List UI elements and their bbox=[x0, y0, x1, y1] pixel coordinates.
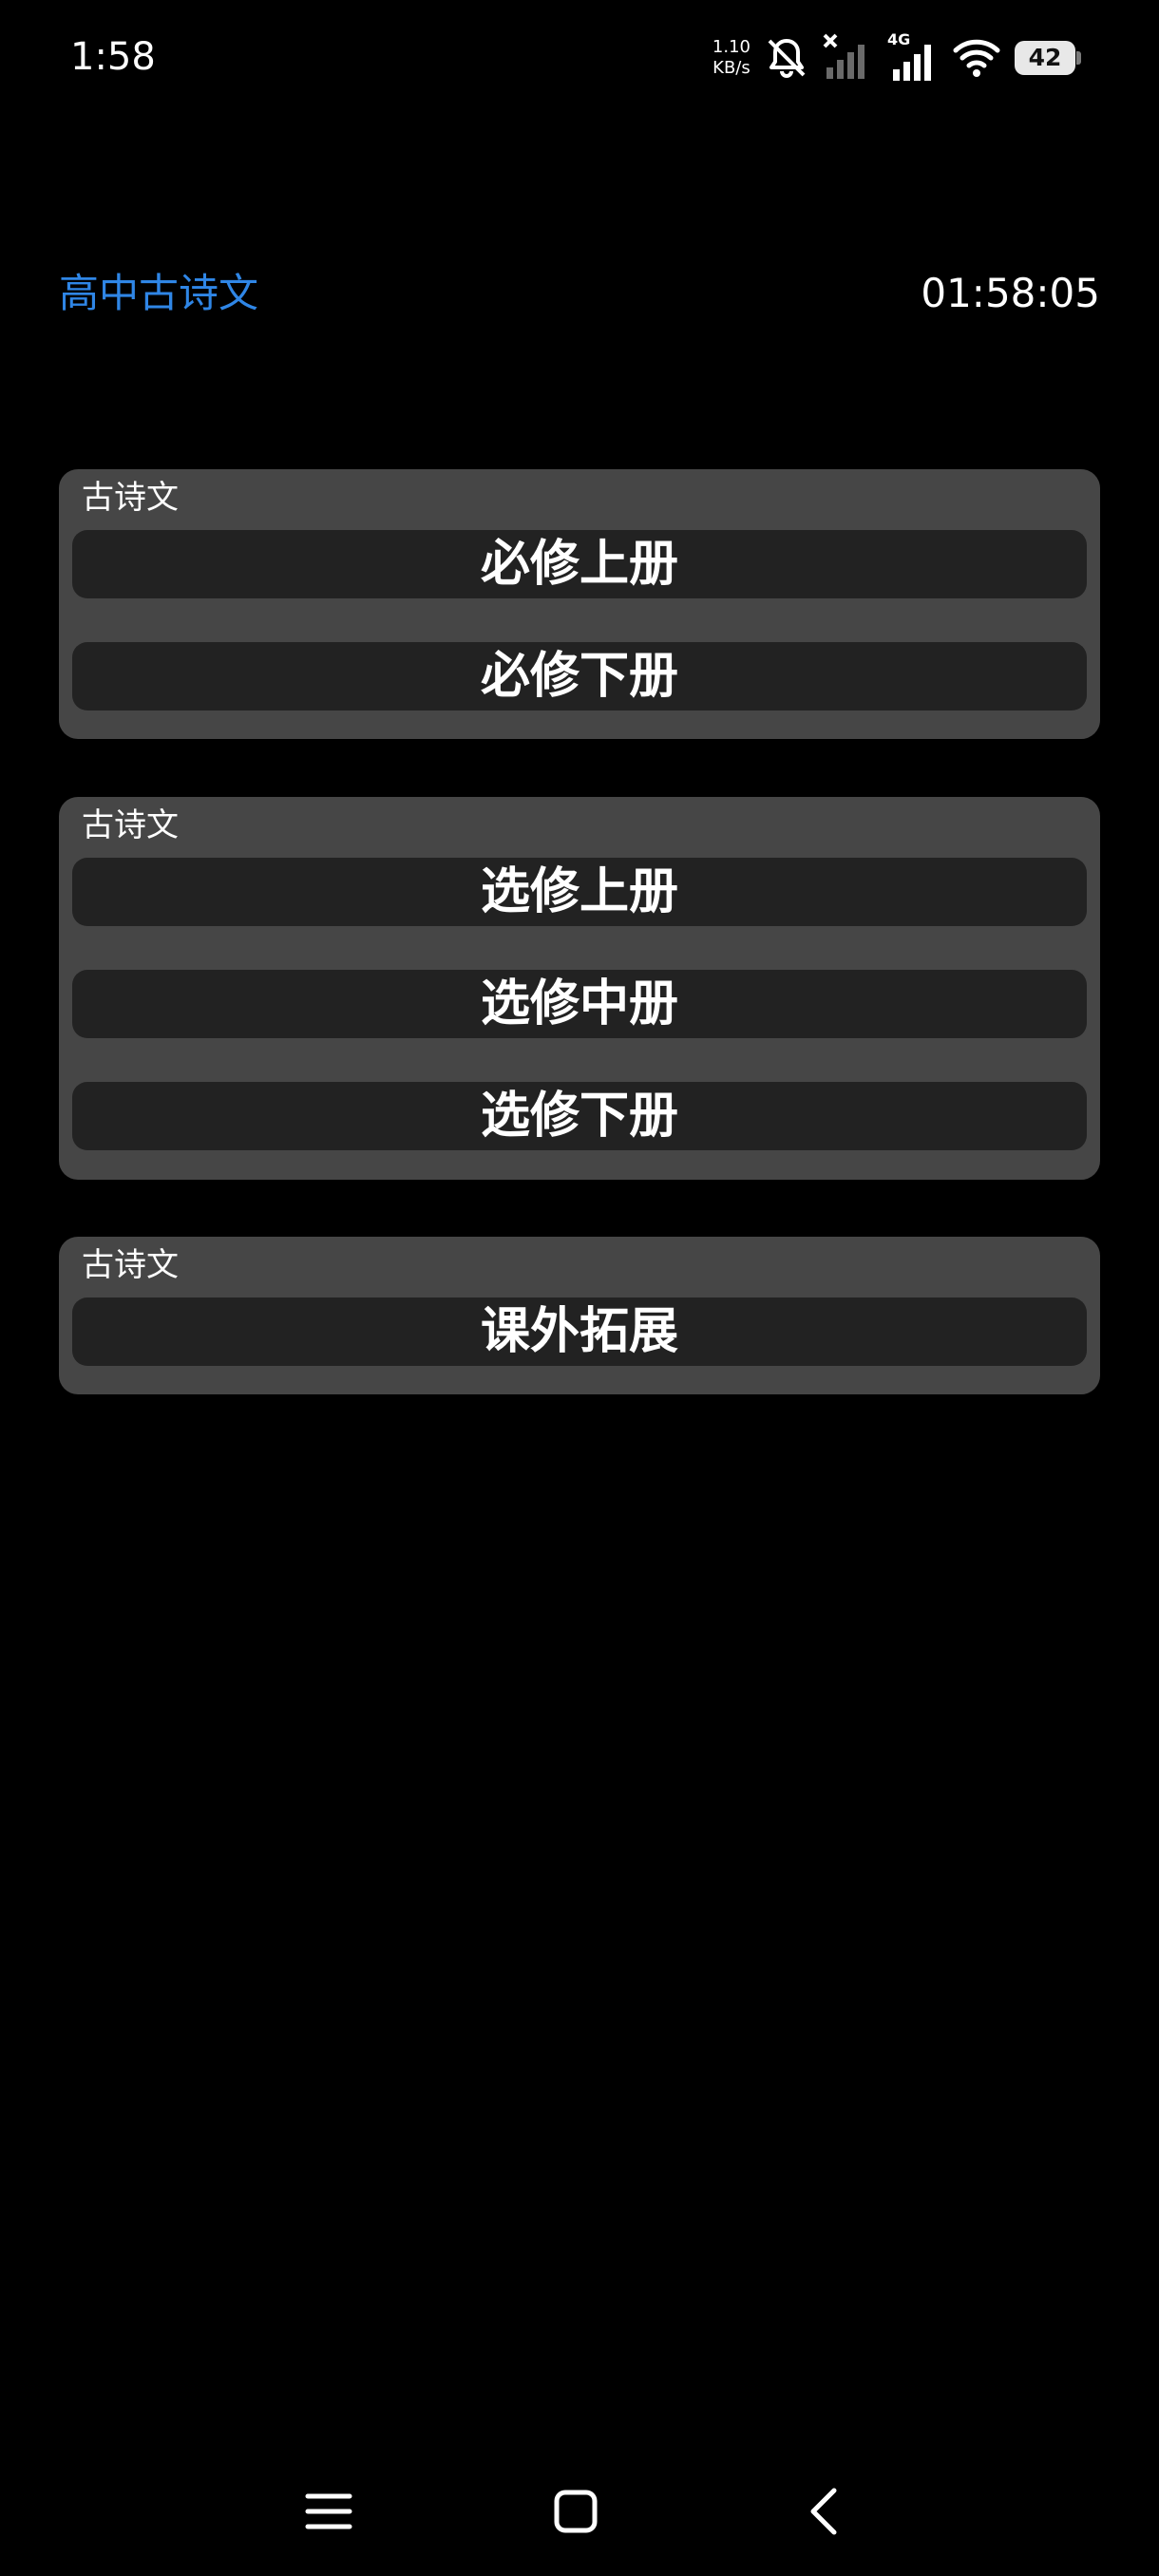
app-title: 高中古诗文 bbox=[59, 270, 259, 316]
group-elective: 古诗文 选修上册 选修中册 选修下册 bbox=[59, 797, 1100, 1180]
extracurricular-button[interactable]: 课外拓展 bbox=[72, 1297, 1087, 1366]
status-bar: 1:58 1.10 KB/s 4G 42 bbox=[0, 0, 1159, 114]
elective-volume-3-button[interactable]: 选修下册 bbox=[72, 1082, 1087, 1150]
menu-icon[interactable] bbox=[300, 2483, 357, 2540]
status-time: 1:58 bbox=[70, 35, 156, 79]
battery-level: 42 bbox=[1028, 44, 1062, 71]
navigation-bar bbox=[0, 2451, 1159, 2565]
group-extracurricular: 古诗文 课外拓展 bbox=[59, 1237, 1100, 1394]
required-volume-2-button[interactable]: 必修下册 bbox=[72, 642, 1087, 710]
network-type-label: 4G bbox=[887, 31, 910, 48]
home-icon[interactable] bbox=[547, 2483, 604, 2540]
status-icons: 1.10 KB/s 4G 42 bbox=[712, 28, 1081, 87]
network-speed-value: 1.10 bbox=[712, 37, 750, 57]
elective-volume-1-button[interactable]: 选修上册 bbox=[72, 858, 1087, 926]
clock: 01:58:05 bbox=[921, 270, 1100, 316]
cellular-signal-icon: 4G bbox=[885, 31, 939, 85]
back-icon[interactable] bbox=[796, 2483, 853, 2540]
elective-volume-2-button[interactable]: 选修中册 bbox=[72, 970, 1087, 1038]
network-speed: 1.10 KB/s bbox=[712, 37, 750, 79]
network-speed-unit: KB/s bbox=[712, 58, 750, 78]
no-sim-signal-icon bbox=[823, 33, 872, 83]
group-label: 古诗文 bbox=[82, 806, 179, 844]
muted-bell-icon bbox=[764, 35, 809, 81]
wifi-icon bbox=[952, 35, 1001, 81]
group-required: 古诗文 必修上册 必修下册 bbox=[59, 469, 1100, 739]
group-label: 古诗文 bbox=[82, 479, 179, 517]
required-volume-1-button[interactable]: 必修上册 bbox=[72, 530, 1087, 598]
group-label: 古诗文 bbox=[82, 1246, 179, 1284]
battery-icon: 42 bbox=[1015, 41, 1081, 75]
